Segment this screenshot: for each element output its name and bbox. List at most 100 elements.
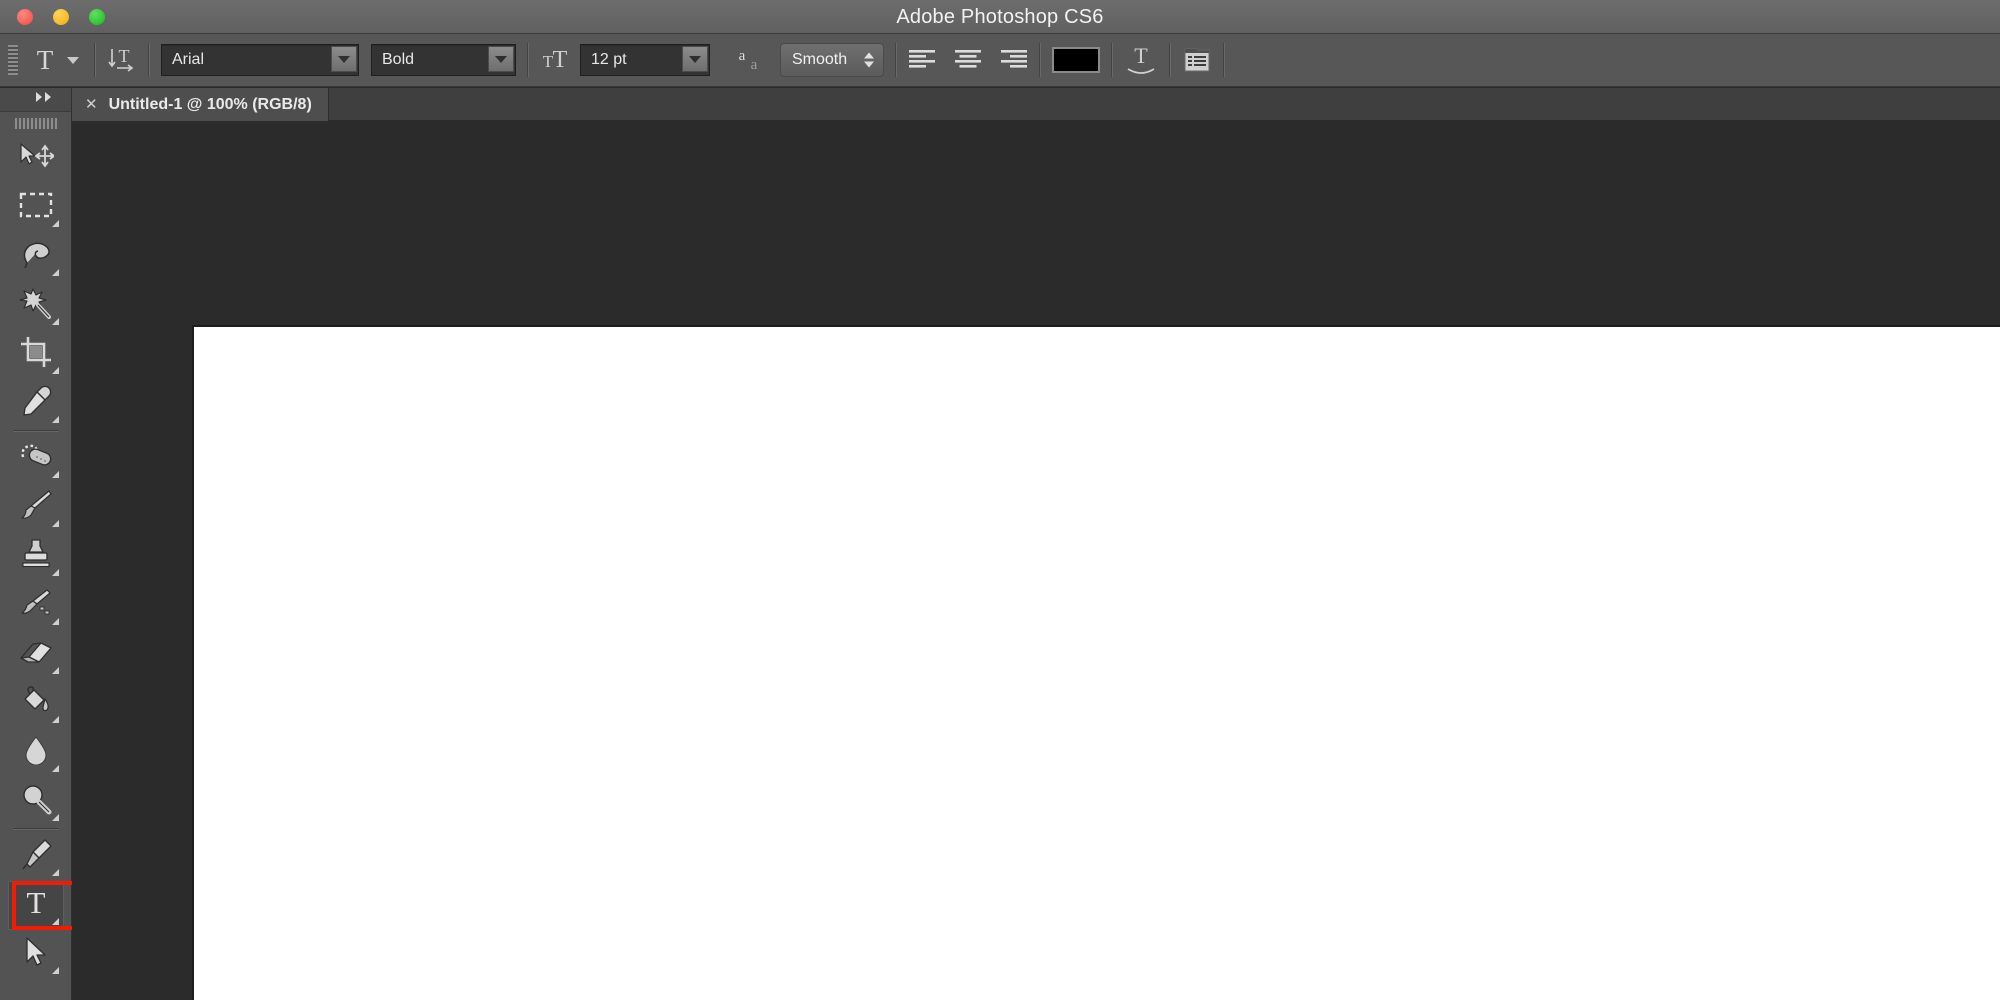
tool-flyout-indicator[interactable] — [52, 967, 59, 974]
history-brush-tool[interactable] — [8, 581, 64, 630]
warp-text-icon[interactable]: T — [1124, 43, 1158, 77]
lasso-tool[interactable] — [8, 232, 64, 281]
tool-flyout-indicator[interactable] — [52, 918, 59, 925]
move-tool[interactable] — [8, 134, 64, 183]
anti-aliasing-icon: a a — [734, 46, 764, 74]
horizontal-type-tool[interactable]: T — [8, 881, 64, 930]
crop-tool[interactable] — [8, 330, 64, 379]
tool-flyout-indicator[interactable] — [52, 269, 59, 276]
type-tool-icon: T — [20, 885, 52, 926]
tool-flyout-indicator[interactable] — [52, 367, 59, 374]
tool-flyout-indicator[interactable] — [52, 716, 59, 723]
clone-stamp-tool-icon — [20, 538, 52, 575]
blur-tool-icon — [22, 735, 50, 770]
chevron-down-icon — [495, 56, 507, 63]
stepper-arrows-icon[interactable] — [864, 53, 874, 68]
tool-flyout-indicator[interactable] — [52, 667, 59, 674]
blur-tool[interactable] — [8, 728, 64, 777]
clone-stamp-tool[interactable] — [8, 532, 64, 581]
tool-flyout-indicator[interactable] — [52, 220, 59, 227]
spot-healing-brush-tool[interactable] — [8, 434, 64, 483]
pen-tool[interactable] — [8, 832, 64, 881]
double-chevron-right-icon[interactable] — [33, 90, 57, 109]
document-tab[interactable]: ✕ Untitled-1 @ 100% (RGB/8) — [72, 88, 329, 121]
eraser-tool-icon — [19, 639, 53, 670]
tool-flyout-indicator[interactable] — [52, 416, 59, 423]
tool-flyout-indicator[interactable] — [52, 520, 59, 527]
crop-tool-icon — [19, 336, 53, 373]
font-size-value: 12 pt — [581, 51, 627, 69]
font-family-value: Arial — [162, 51, 204, 69]
drag-handle-icon — [15, 118, 57, 129]
path-selection-tool-icon — [22, 936, 50, 973]
close-icon[interactable]: ✕ — [85, 97, 98, 112]
font-style-dropdown-button[interactable] — [488, 46, 514, 72]
paragraph-alignment-group — [908, 48, 1028, 72]
chevron-down-icon — [689, 56, 701, 63]
svg-text:T: T — [553, 47, 568, 73]
align-left-button[interactable] — [908, 48, 936, 72]
font-style-combo[interactable]: Bold — [371, 44, 516, 76]
options-bar-grip[interactable] — [8, 45, 18, 75]
svg-text:T: T — [26, 885, 45, 920]
divider — [1111, 43, 1113, 77]
divider — [895, 43, 897, 77]
move-tool-icon — [18, 142, 54, 175]
tool-flyout-indicator[interactable] — [52, 618, 59, 625]
tool-flyout-indicator[interactable] — [52, 318, 59, 325]
anti-aliasing-value: Smooth — [781, 51, 847, 69]
dodge-tool-icon — [20, 783, 52, 820]
document-tab-bar: ✕ Untitled-1 @ 100% (RGB/8) — [72, 88, 2000, 121]
eyedropper-tool[interactable] — [8, 379, 64, 428]
lasso-tool-icon — [19, 239, 53, 274]
tool-preset-picker[interactable]: T — [28, 45, 83, 75]
font-size-dropdown-button[interactable] — [682, 46, 708, 72]
divider — [1039, 43, 1041, 77]
document-canvas[interactable] — [192, 325, 2000, 1000]
divider — [94, 43, 96, 77]
chevron-down-icon[interactable] — [67, 57, 79, 64]
path-selection-tool[interactable] — [8, 930, 64, 979]
rectangular-marquee-tool[interactable] — [8, 183, 64, 232]
healing-brush-tool-icon — [19, 441, 53, 476]
text-color-swatch[interactable] — [1052, 47, 1100, 73]
tool-flyout-indicator[interactable] — [52, 471, 59, 478]
character-paragraph-panels-icon[interactable] — [1182, 45, 1212, 75]
tool-flyout-indicator[interactable] — [52, 569, 59, 576]
window-title: Adobe Photoshop CS6 — [0, 0, 2000, 34]
canvas-workspace[interactable] — [72, 121, 2000, 1000]
tool-list: T — [0, 134, 71, 979]
svg-text:T: T — [119, 46, 130, 66]
font-size-icon: T T — [540, 45, 570, 75]
photoshop-window: Adobe Photoshop CS6 T T Ari — [0, 0, 2000, 1000]
font-family-combo[interactable]: Arial — [161, 44, 359, 76]
tools-panel-grip[interactable] — [0, 112, 71, 134]
magic-wand-tool[interactable] — [8, 281, 64, 330]
tool-flyout-indicator[interactable] — [52, 869, 59, 876]
tool-group-divider — [14, 828, 58, 830]
align-center-button[interactable] — [954, 48, 982, 72]
brush-tool[interactable] — [8, 483, 64, 532]
pen-tool-icon — [19, 838, 53, 875]
marquee-tool-icon — [19, 192, 53, 223]
font-size-combo[interactable]: 12 pt — [580, 44, 710, 76]
paint-bucket-tool-icon — [19, 685, 53, 722]
options-bar: T T Arial Bold — [0, 34, 2000, 87]
brush-tool-icon — [19, 489, 53, 526]
divider — [527, 43, 529, 77]
anti-aliasing-select[interactable]: Smooth — [780, 43, 884, 77]
font-family-dropdown-button[interactable] — [331, 46, 357, 72]
toggle-text-orientation-icon[interactable]: T — [107, 44, 137, 76]
align-right-button[interactable] — [1000, 48, 1028, 72]
eraser-tool[interactable] — [8, 630, 64, 679]
tool-flyout-indicator[interactable] — [52, 814, 59, 821]
svg-text:a: a — [739, 48, 746, 64]
tools-panel-header[interactable] — [0, 88, 71, 112]
document-tab-label: Untitled-1 @ 100% (RGB/8) — [109, 96, 312, 114]
dodge-tool[interactable] — [8, 777, 64, 826]
text-tool-icon: T — [32, 45, 58, 75]
tool-flyout-indicator[interactable] — [52, 765, 59, 772]
svg-text:T: T — [37, 45, 54, 75]
paint-bucket-tool[interactable] — [8, 679, 64, 728]
divider — [148, 43, 150, 77]
